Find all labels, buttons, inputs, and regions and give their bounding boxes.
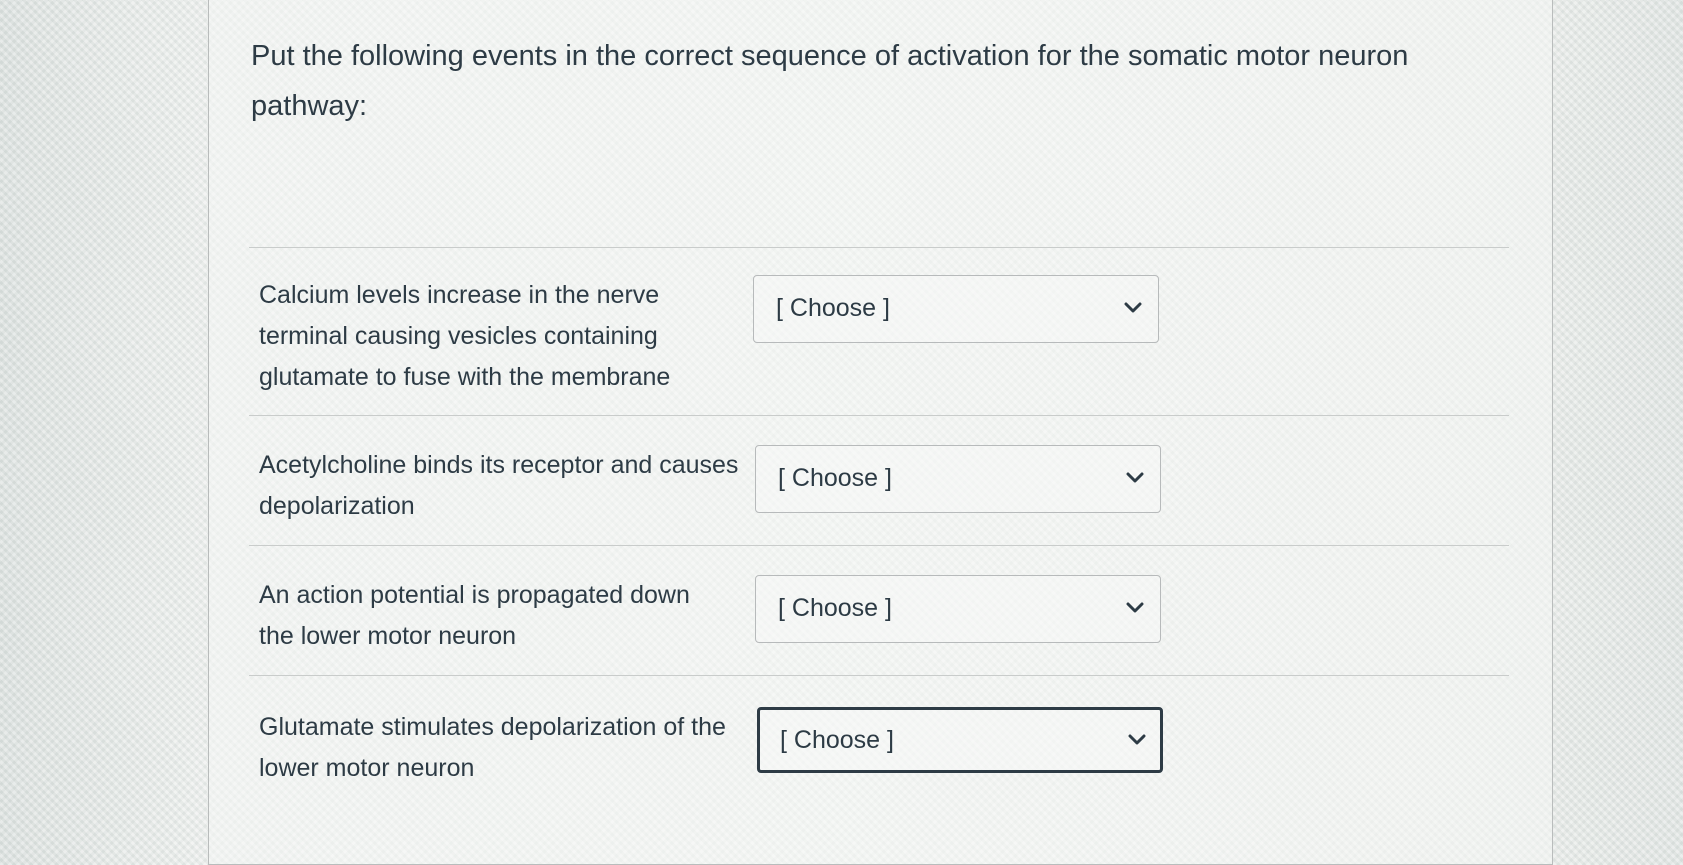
- divider: [249, 247, 1509, 248]
- match-select-2[interactable]: [ Choose ]: [755, 445, 1161, 513]
- question-card: Put the following events in the correct …: [208, 0, 1553, 865]
- screen: Put the following events in the correct …: [0, 0, 1683, 865]
- chevron-down-icon: [1126, 602, 1144, 613]
- match-prompt-2: Acetylcholine binds its receptor and cau…: [259, 451, 739, 520]
- question-text: Put the following events in the correct …: [251, 40, 1409, 122]
- match-select-1[interactable]: [ Choose ]: [753, 275, 1159, 343]
- match-prompt-3: An action potential is propagated down t…: [259, 581, 690, 650]
- match-prompt-4: Glutamate stimulates depolarization of t…: [259, 713, 726, 782]
- match-prompt-1: Calcium levels increase in the nerve ter…: [259, 281, 671, 391]
- divider: [249, 415, 1509, 416]
- divider: [249, 675, 1509, 676]
- select-value-1: [ Choose ]: [776, 294, 890, 322]
- chevron-down-icon: [1124, 302, 1142, 313]
- select-value-2: [ Choose ]: [778, 464, 892, 492]
- chevron-down-icon: [1128, 734, 1146, 745]
- select-value-3: [ Choose ]: [778, 594, 892, 622]
- select-value-4: [ Choose ]: [780, 726, 894, 754]
- divider: [249, 545, 1509, 546]
- match-select-3[interactable]: [ Choose ]: [755, 575, 1161, 643]
- chevron-down-icon: [1126, 472, 1144, 483]
- match-select-4[interactable]: [ Choose ]: [757, 707, 1163, 773]
